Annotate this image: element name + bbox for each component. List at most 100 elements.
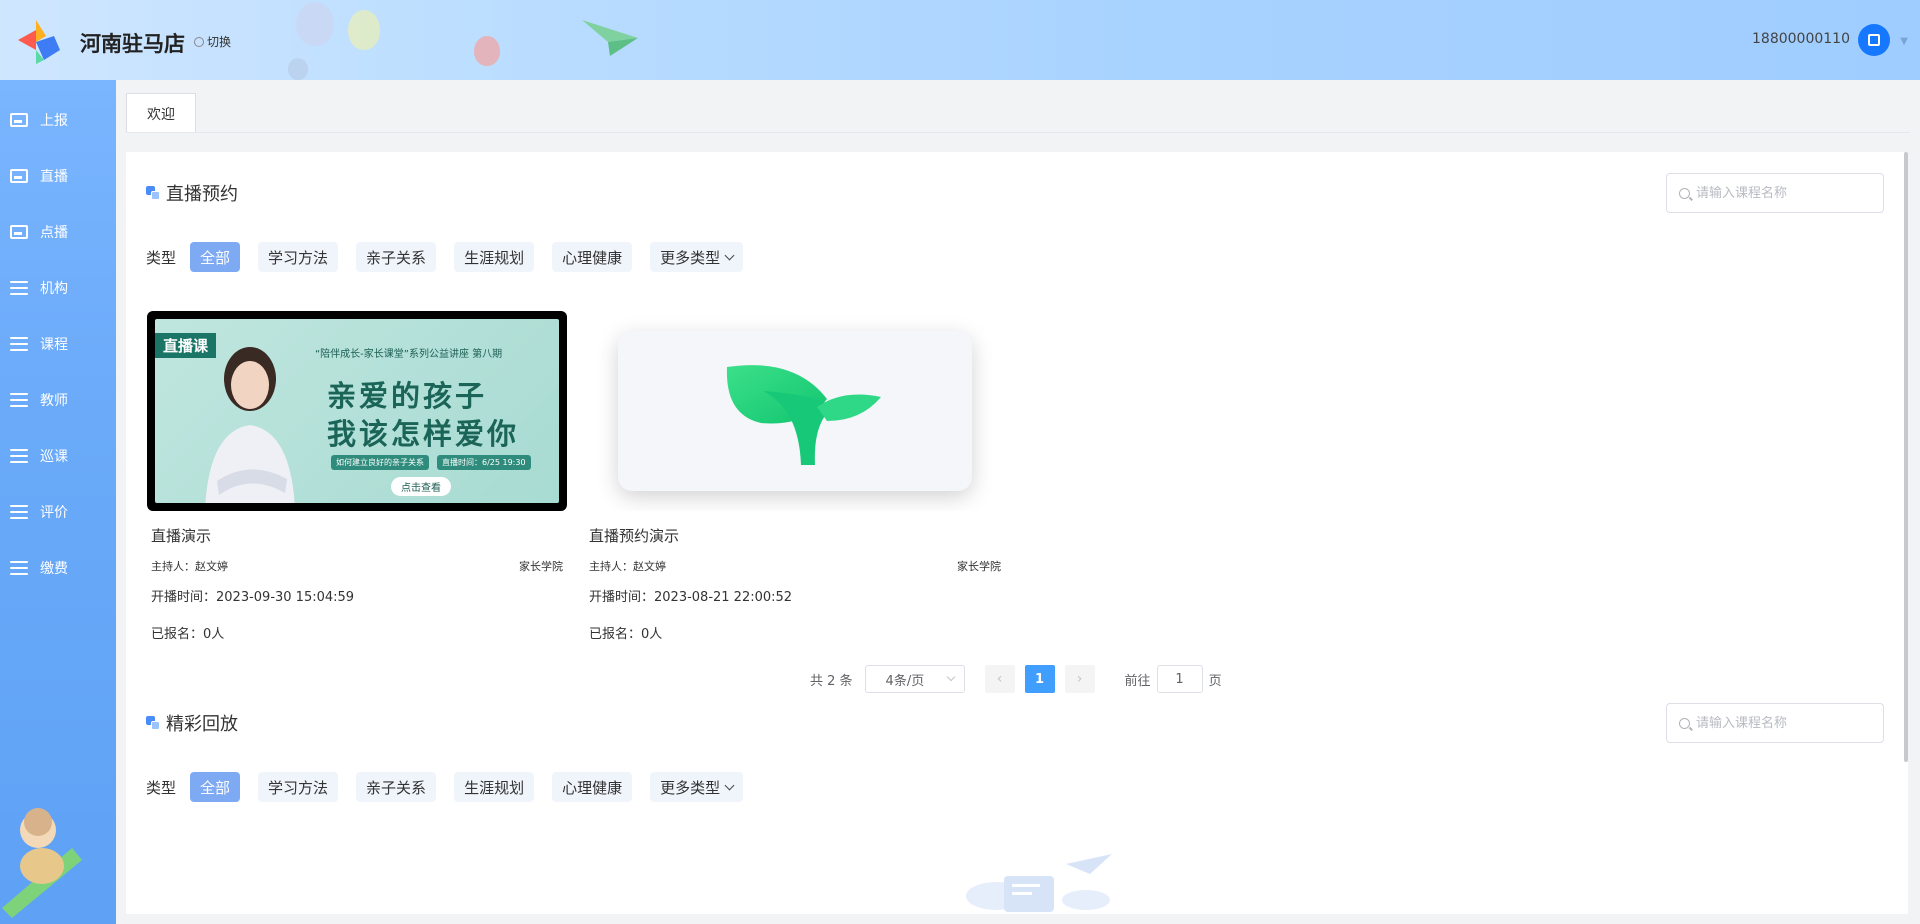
balloon-decoration bbox=[348, 10, 380, 50]
chevron-down-icon bbox=[724, 780, 735, 790]
filter-chip-parent-child[interactable]: 亲子关系 bbox=[356, 242, 437, 272]
replay-search-input[interactable] bbox=[1696, 715, 1866, 731]
poster-tag: 直播课 bbox=[155, 333, 217, 358]
course-meta-row: 主持人：赵文婷 家长学院 bbox=[151, 558, 563, 574]
leaf-icon bbox=[726, 365, 881, 465]
placeholder-card bbox=[618, 331, 972, 491]
menu-icon bbox=[10, 281, 28, 295]
filter-chip-career[interactable]: 生涯规划 bbox=[454, 242, 535, 272]
section-icon bbox=[146, 186, 160, 200]
course-thumbnail[interactable] bbox=[585, 311, 1005, 511]
filter-chip-more-types[interactable]: 更多类型 bbox=[650, 772, 744, 802]
menu-icon bbox=[10, 505, 28, 519]
sidebar-item-payment[interactable]: 缴费 bbox=[0, 540, 116, 596]
switch-store-button[interactable]: 切换 bbox=[194, 33, 231, 50]
sidebar-item-label: 直播 bbox=[40, 169, 68, 185]
section-title-text: 直播预约 bbox=[166, 184, 238, 205]
sidebar-item-live[interactable]: 直播 bbox=[0, 148, 116, 204]
filter-chip-career[interactable]: 生涯规划 bbox=[454, 772, 535, 802]
poster-note: 如何建立良好的亲子关系 bbox=[331, 455, 429, 470]
sidebar-item-report[interactable]: 上报 bbox=[0, 92, 116, 148]
course-org: 家长学院 bbox=[519, 560, 563, 573]
goto-suffix: 页 bbox=[1208, 673, 1222, 689]
sidebar-item-label: 课程 bbox=[40, 337, 68, 353]
course-start-time: 开播时间：2023-08-21 22:00:52 bbox=[589, 590, 793, 605]
course-enrolled: 已报名：0人 bbox=[151, 627, 225, 642]
live-card[interactable]: 直播预约演示 主持人：赵文婷 家长学院 开播时间：2023-08-21 22:0… bbox=[585, 311, 1009, 642]
sidebar-item-label: 评价 bbox=[40, 505, 68, 521]
section-title-replay: 精彩回放 bbox=[146, 710, 238, 736]
scrollbar[interactable] bbox=[1904, 152, 1908, 762]
pagination-total: 共 2 条 bbox=[810, 673, 853, 689]
page-size-select[interactable]: 4条/页 bbox=[864, 665, 965, 693]
swap-icon bbox=[194, 36, 204, 47]
goto-page: 前往 页 bbox=[1125, 665, 1222, 693]
sidebar-item-label: 缴费 bbox=[40, 561, 68, 577]
sidebar-item-vod[interactable]: 点播 bbox=[0, 204, 116, 260]
course-title[interactable]: 直播演示 bbox=[151, 525, 571, 546]
main-content: 直播预约 类型 全部 学习方法 亲子关系 生涯规划 心理健康 更多类型 直播 bbox=[126, 152, 1908, 914]
live-search-box[interactable] bbox=[1666, 173, 1884, 213]
next-page-button[interactable]: › bbox=[1064, 665, 1095, 693]
page-size-value: 4条/页 bbox=[885, 673, 925, 689]
user-phone[interactable]: 18800000110 bbox=[1752, 31, 1850, 47]
menu-icon bbox=[10, 337, 28, 351]
sidebar-item-course[interactable]: 课程 bbox=[0, 316, 116, 372]
filter-chip-mental-health[interactable]: 心理健康 bbox=[552, 772, 633, 802]
menu-icon bbox=[10, 449, 28, 463]
course-enrolled: 已报名：0人 bbox=[589, 627, 663, 642]
course-start-time: 开播时间：2023-09-30 15:04:59 bbox=[151, 590, 355, 605]
more-types-label: 更多类型 bbox=[660, 248, 721, 267]
chevron-down-icon[interactable]: ▼ bbox=[1900, 36, 1908, 47]
sidebar: 上报 直播 点播 机构 课程 教师 巡课 评价 缴费 bbox=[0, 80, 116, 924]
goto-page-input[interactable] bbox=[1156, 665, 1203, 693]
search-icon bbox=[1679, 717, 1690, 729]
filter-chip-mental-health[interactable]: 心理健康 bbox=[552, 242, 633, 272]
section-title-text: 精彩回放 bbox=[166, 714, 238, 735]
prev-page-button[interactable]: ‹ bbox=[984, 665, 1015, 693]
section-icon bbox=[146, 716, 160, 730]
sidebar-item-label: 机构 bbox=[40, 281, 68, 297]
course-thumbnail[interactable]: 直播课 “陪伴成长-家长课堂”系列公益讲座 第八期 亲爱的孩子 我该怎样爱你 如… bbox=[147, 311, 567, 511]
filter-chip-parent-child[interactable]: 亲子关系 bbox=[356, 772, 437, 802]
course-title[interactable]: 直播预约演示 bbox=[589, 525, 1009, 546]
filter-label: 类型 bbox=[146, 778, 177, 797]
switch-label: 切换 bbox=[207, 35, 232, 49]
avatar[interactable] bbox=[1858, 24, 1890, 56]
replay-filter-row: 类型 全部 学习方法 亲子关系 生涯规划 心理健康 更多类型 bbox=[146, 772, 744, 802]
presenter-photo bbox=[205, 347, 295, 503]
sidebar-item-org[interactable]: 机构 bbox=[0, 260, 116, 316]
filter-chip-all[interactable]: 全部 bbox=[190, 772, 241, 802]
sidebar-item-teacher[interactable]: 教师 bbox=[0, 372, 116, 428]
filter-chip-study-method[interactable]: 学习方法 bbox=[258, 772, 339, 802]
live-search-input[interactable] bbox=[1696, 185, 1866, 201]
paper-plane-icon bbox=[582, 20, 638, 56]
logo-icon bbox=[18, 20, 60, 64]
sidebar-item-patrol[interactable]: 巡课 bbox=[0, 428, 116, 484]
chevron-right-icon: › bbox=[1076, 671, 1083, 687]
menu-icon bbox=[10, 561, 28, 575]
replay-search-box[interactable] bbox=[1666, 703, 1884, 743]
goto-label: 前往 bbox=[1124, 673, 1151, 689]
menu-icon bbox=[10, 393, 28, 407]
mascot-illustration bbox=[2, 808, 82, 918]
search-icon bbox=[1679, 187, 1690, 199]
monitor-icon bbox=[10, 113, 28, 127]
live-filter-row: 类型 全部 学习方法 亲子关系 生涯规划 心理健康 更多类型 bbox=[146, 242, 744, 272]
chevron-down-icon bbox=[946, 672, 955, 682]
sidebar-item-label: 点播 bbox=[40, 225, 68, 241]
page-number-button[interactable]: 1 bbox=[1024, 665, 1055, 693]
balloon-decoration bbox=[296, 2, 334, 46]
top-header: 河南驻马店 切换 18800000110 ▼ bbox=[0, 0, 1920, 80]
tab-welcome[interactable]: 欢迎 bbox=[126, 93, 196, 133]
filter-chip-all[interactable]: 全部 bbox=[190, 242, 241, 272]
poster: 直播课 “陪伴成长-家长课堂”系列公益讲座 第八期 亲爱的孩子 我该怎样爱你 如… bbox=[155, 319, 559, 503]
course-host: 主持人：赵文婷 bbox=[151, 560, 228, 573]
section-title-live: 直播预约 bbox=[146, 180, 238, 206]
live-card[interactable]: 直播课 “陪伴成长-家长课堂”系列公益讲座 第八期 亲爱的孩子 我该怎样爱你 如… bbox=[147, 311, 571, 642]
filter-chip-study-method[interactable]: 学习方法 bbox=[258, 242, 339, 272]
sidebar-item-review[interactable]: 评价 bbox=[0, 484, 116, 540]
filter-chip-more-types[interactable]: 更多类型 bbox=[650, 242, 744, 272]
course-host: 主持人：赵文婷 bbox=[589, 560, 666, 573]
sidebar-item-label: 巡课 bbox=[40, 449, 68, 465]
